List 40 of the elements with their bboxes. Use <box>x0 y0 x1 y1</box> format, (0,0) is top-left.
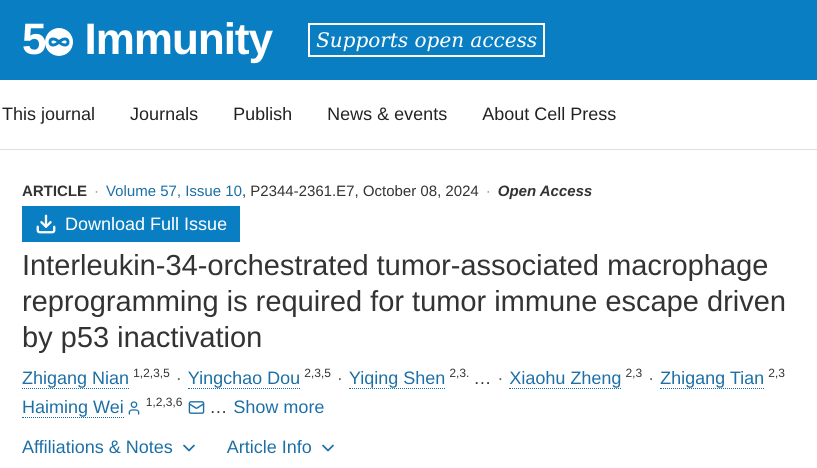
ellipsis: … <box>209 396 228 419</box>
author-link[interactable]: Zhigang Tian <box>660 368 764 389</box>
author-link[interactable]: Yiqing Shen <box>348 368 446 389</box>
volume-link[interactable]: Volume 57, Issue 10 <box>106 182 242 202</box>
affiliation-numbers: 2,3 <box>625 366 642 380</box>
download-button[interactable]: Download Full Issue <box>22 206 240 242</box>
show-more-link[interactable]: Show more <box>233 393 324 422</box>
separator-dot: · <box>486 182 491 202</box>
nav-link[interactable]: This journal <box>2 101 96 128</box>
separator-dot: · <box>336 367 343 390</box>
separator-dot: · <box>648 367 654 390</box>
open-access-badge: Supports open access <box>308 23 546 57</box>
article-title: Interleukin-34-orchestrated tumor-associated macrophage reprogramming is required for tumor immune escape driven by p53 inactivation <box>22 249 787 356</box>
separator-dot: · <box>94 182 99 202</box>
article-type: ARTICLE <box>22 182 87 202</box>
infinity-disc-icon <box>44 27 74 57</box>
journal-title[interactable]: Immunity <box>84 18 272 62</box>
nav-link[interactable]: Publish <box>233 101 292 128</box>
author-link[interactable]: Zhigang Nian <box>22 368 130 389</box>
affiliation-numbers: 2,3. <box>449 366 470 380</box>
section-toggle[interactable]: Article Info <box>226 434 338 461</box>
separator-dot: · <box>497 367 504 390</box>
email-icon[interactable] <box>188 399 206 416</box>
download-icon <box>35 213 57 235</box>
affiliation-numbers: 2,3 <box>768 366 785 380</box>
separator-dot: · <box>176 367 182 390</box>
nav-link[interactable]: News & events <box>327 101 448 128</box>
citation-text: , P2344-2361.E7, October 08, 2024 <box>242 182 479 202</box>
journal-logo-number: 5 <box>22 18 46 62</box>
affiliation-numbers: 1,2,3,6 <box>146 395 182 409</box>
author-link[interactable]: Xiaohu Zheng <box>509 368 622 389</box>
section-toggle[interactable]: Affiliations & Notes <box>22 434 199 461</box>
nav-link[interactable]: About Cell Press <box>482 101 616 128</box>
access-label: Open Access <box>498 182 592 202</box>
author-link[interactable]: Haiming Wei <box>22 397 124 418</box>
affiliation-numbers: 2,3,5 <box>304 366 331 380</box>
author-link[interactable]: Yingchao Dou <box>188 368 300 389</box>
ellipsis: … <box>473 367 492 390</box>
nav-link[interactable]: Journals <box>130 101 198 128</box>
affiliation-numbers: 1,2,3,5 <box>133 366 170 380</box>
